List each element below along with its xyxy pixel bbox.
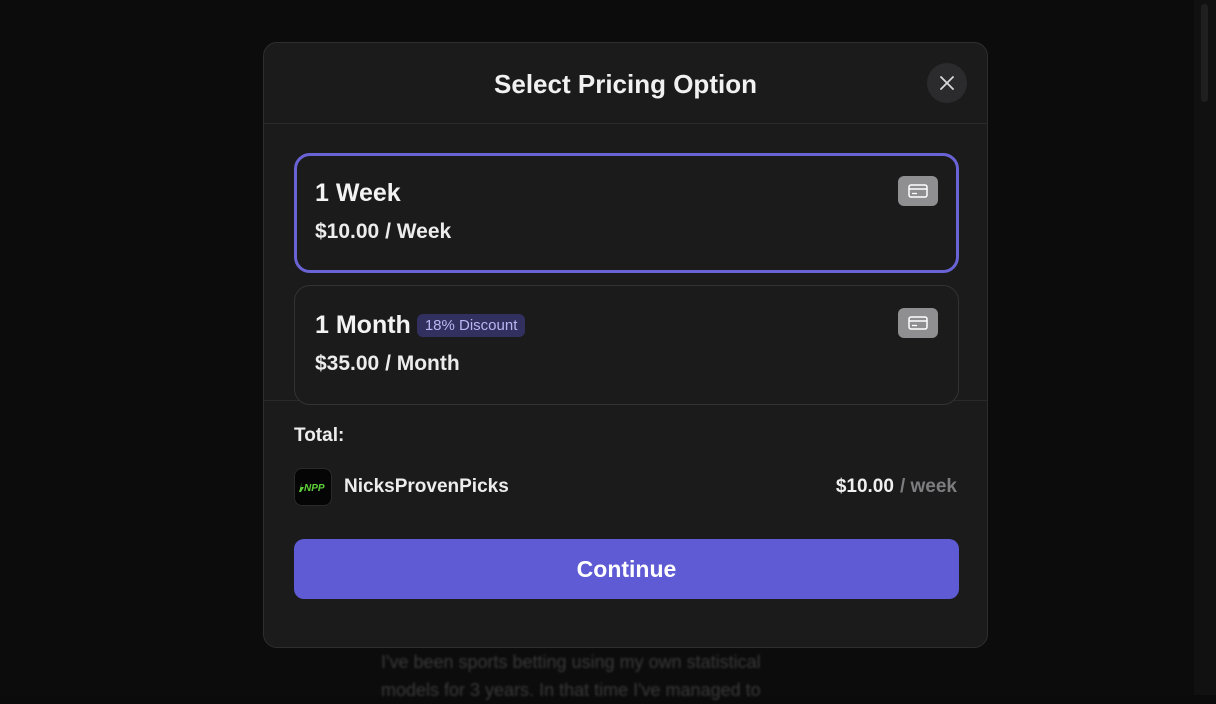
option-name: 1 Month [315,310,411,339]
scrollbar-track[interactable] [1194,0,1216,695]
option-name-row: 1 Month 18% Discount [315,310,938,340]
option-name-row: 1 Week [315,178,938,208]
credit-card-icon [898,176,938,206]
discount-badge: 18% Discount [416,313,526,337]
product-logo: NPP [294,468,332,506]
continue-button[interactable]: Continue [294,539,959,599]
npp-logo-icon: NPP [299,482,325,494]
option-price: $10.00 / Week [315,220,452,243]
pricing-option-1-week[interactable]: 1 Week $10.00 / Week [294,153,959,273]
option-price: $35.00 / Month [315,352,460,375]
credit-card-icon [898,308,938,338]
close-button[interactable] [927,63,967,103]
product-price: $10.00 [835,476,894,497]
product-period: / week [899,476,957,497]
product-name: NicksProvenPicks [344,476,509,497]
pricing-modal: Select Pricing Option 1 Week $10.00 / We… [263,42,988,648]
scrollbar-thumb[interactable] [1201,4,1208,102]
pricing-options: 1 Week $10.00 / Week 1 Month 18% Discoun… [264,124,987,405]
order-summary: Total: NPP NicksProvenPicks $10.00 / wee… [264,401,987,599]
svg-text:NPP: NPP [304,483,325,494]
option-name: 1 Week [315,178,401,207]
product-row: NPP NicksProvenPicks $10.00 / week [294,467,957,507]
pricing-option-1-month[interactable]: 1 Month 18% Discount $35.00 / Month [294,285,959,405]
background-description-text: I've been sports betting using my own st… [381,652,761,700]
modal-header: Select Pricing Option [264,43,987,124]
close-icon [940,76,954,90]
modal-title: Select Pricing Option [494,68,757,99]
total-label: Total: [294,425,345,446]
